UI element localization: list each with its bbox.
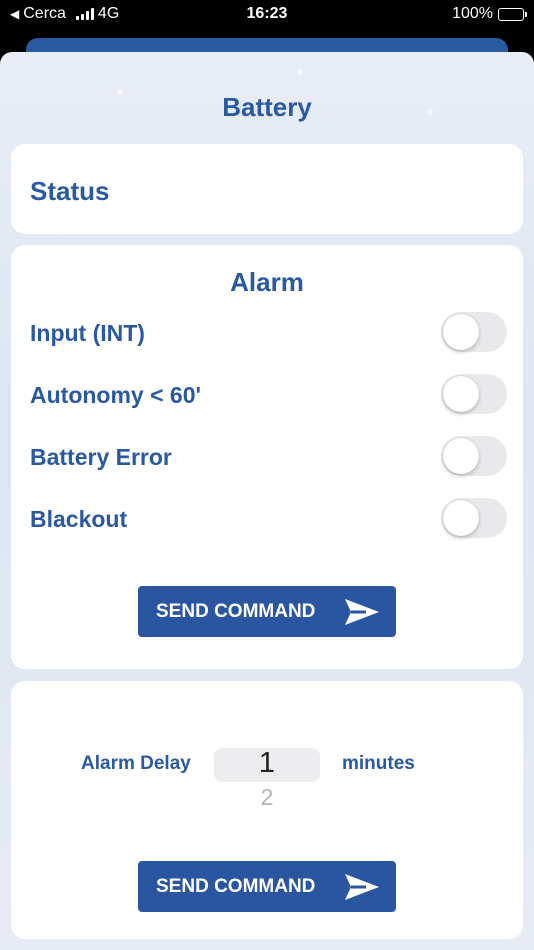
alarm-row-autonomy: Autonomy < 60' bbox=[30, 374, 507, 414]
alarm-heading: Alarm bbox=[230, 267, 304, 297]
delay-send-command-button[interactable]: SEND COMMAND bbox=[138, 861, 396, 912]
toggle-knob bbox=[443, 438, 479, 474]
status-bar-right: 100% bbox=[452, 5, 527, 23]
alarm-card: Alarm Input (INT) Autonomy < 60' Battery… bbox=[11, 245, 523, 669]
battery-percent: 100% bbox=[452, 5, 493, 22]
send-command-label: SEND COMMAND bbox=[156, 600, 316, 622]
alarm-row-input: Input (INT) bbox=[30, 312, 507, 352]
toggle-knob bbox=[443, 314, 479, 350]
page-title: Battery bbox=[222, 92, 312, 122]
alarm-label-autonomy: Autonomy < 60' bbox=[30, 382, 201, 408]
alarm-label-blackout: Blackout bbox=[30, 506, 128, 532]
battery-icon bbox=[498, 7, 527, 21]
delay-card: Alarm Delay 1 2 minutes SEND COMMAND bbox=[11, 681, 523, 939]
battery-sheet: Battery Status Alarm Input (INT) Autonom… bbox=[0, 52, 534, 950]
toggle-blackout[interactable] bbox=[441, 498, 507, 538]
send-command-label: SEND COMMAND bbox=[156, 875, 316, 897]
toggle-battery-error[interactable] bbox=[441, 436, 507, 476]
minutes-label: minutes bbox=[342, 753, 415, 774]
alarm-row-blackout: Blackout bbox=[30, 498, 507, 538]
status-card: Status bbox=[11, 144, 523, 234]
toggle-knob bbox=[443, 376, 479, 412]
alarm-delay-label: Alarm Delay bbox=[81, 753, 191, 774]
delay-picker-next-value[interactable]: 2 bbox=[214, 784, 320, 811]
send-icon bbox=[345, 874, 379, 900]
status-bar: ◀ Cerca 4G 16:23 100% bbox=[0, 0, 534, 30]
send-icon bbox=[345, 599, 379, 625]
toggle-autonomy[interactable] bbox=[441, 374, 507, 414]
status-label: Status bbox=[30, 176, 110, 206]
alarm-send-command-button[interactable]: SEND COMMAND bbox=[138, 586, 396, 637]
delay-picker-value[interactable]: 1 bbox=[214, 747, 320, 780]
toggle-knob bbox=[443, 500, 479, 536]
toggle-input-int[interactable] bbox=[441, 312, 507, 352]
alarm-row-battery-error: Battery Error bbox=[30, 436, 507, 476]
alarm-label-input: Input (INT) bbox=[30, 320, 145, 346]
alarm-label-battery-error: Battery Error bbox=[30, 444, 172, 470]
